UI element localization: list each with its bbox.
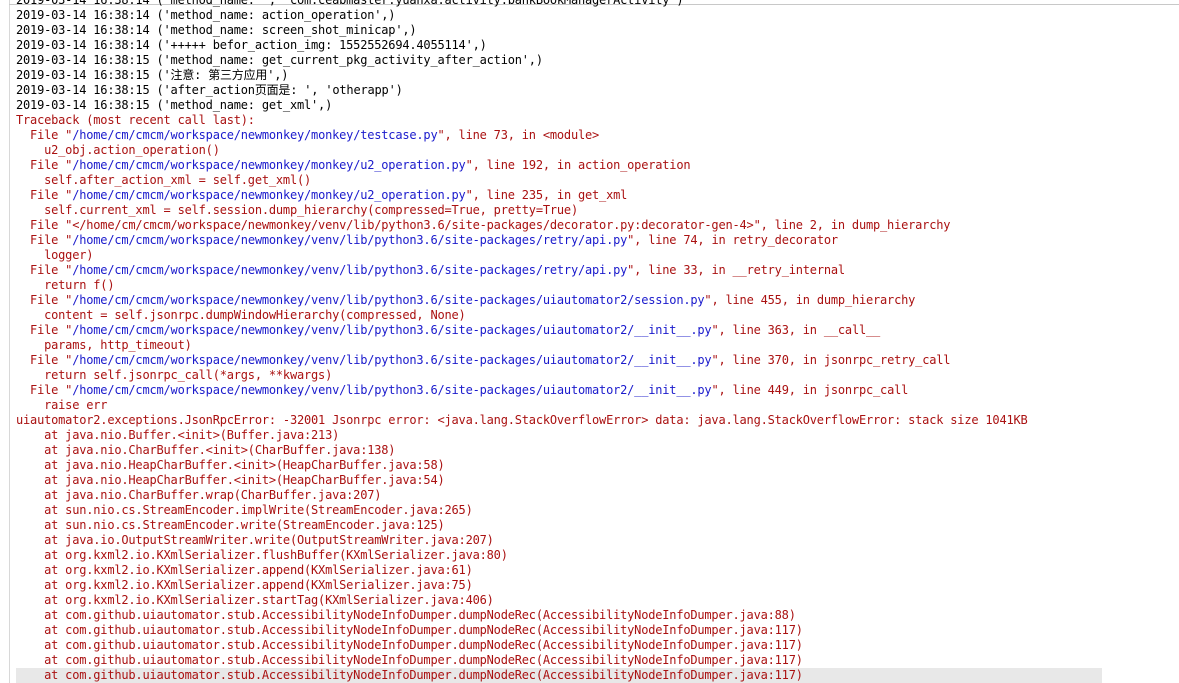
console-line-prefix: File ": [16, 158, 73, 172]
file-path-link[interactable]: /home/cm/cmcm/workspace/newmonkey/venv/l…: [72, 383, 711, 397]
console-line: at java.nio.HeapCharBuffer.<init>(HeapCh…: [16, 473, 445, 487]
console-line: 2019-03-14 16:38:14 ('method_name: actio…: [16, 8, 396, 22]
console-line: at sun.nio.cs.StreamEncoder.implWrite(St…: [16, 503, 473, 517]
console-line-suffix: ", line 73, in <module>: [437, 128, 600, 142]
console-line: at com.github.uiautomator.stub.Accessibi…: [16, 608, 796, 622]
console-line: content = self.jsonrpc.dumpWindowHierarc…: [16, 308, 466, 322]
console-line-suffix: ", line 455, in dump_hierarchy: [704, 293, 916, 307]
console-line-prefix: File ": [16, 233, 73, 247]
console-line: return self.jsonrpc_call(*args, **kwargs…: [16, 368, 333, 382]
console-line: self.current_xml = self.session.dump_hie…: [16, 203, 578, 217]
console-line: 2019-03-14 16:38:15 ('注意: 第三方应用',): [16, 68, 289, 82]
console-line: File "</home/cm/cmcm/workspace/newmonkey…: [16, 218, 951, 232]
console-line: File "/home/cm/cmcm/workspace/newmonkey/…: [16, 263, 1102, 278]
console-line-prefix: File ": [16, 323, 73, 337]
console-line: Traceback (most recent call last):: [16, 113, 255, 127]
console-line: self.after_action_xml = self.get_xml(): [16, 173, 312, 187]
console-line: at org.kxml2.io.KXmlSerializer.append(KX…: [16, 563, 473, 577]
console-line: at sun.nio.cs.StreamEncoder.write(Stream…: [16, 518, 445, 532]
console-line-prefix: File ": [16, 353, 73, 367]
console-line: at com.github.uiautomator.stub.Accessibi…: [16, 668, 1102, 683]
console-line-prefix: File ": [16, 188, 73, 202]
console-line: File "/home/cm/cmcm/workspace/newmonkey/…: [16, 293, 1102, 308]
console-line: File "/home/cm/cmcm/workspace/newmonkey/…: [16, 233, 1102, 248]
file-path-link[interactable]: /home/cm/cmcm/workspace/newmonkey/monkey…: [72, 128, 437, 142]
console-line: return f(): [16, 278, 115, 292]
console-line-suffix: ", line 192, in action_operation: [465, 158, 691, 172]
console-output-panel[interactable]: 2019-03-14 16:38:14 ('method_name: ', 'c…: [0, 0, 1179, 683]
console-line: at java.nio.CharBuffer.<init>(CharBuffer…: [16, 443, 396, 457]
console-line-prefix: File ": [16, 383, 73, 397]
file-path-link[interactable]: /home/cm/cmcm/workspace/newmonkey/venv/l…: [72, 293, 704, 307]
console-line: File "/home/cm/cmcm/workspace/newmonkey/…: [16, 188, 1102, 203]
console-line-suffix: ", line 363, in __call__: [711, 323, 881, 337]
file-path-link[interactable]: /home/cm/cmcm/workspace/newmonkey/monkey…: [72, 158, 466, 172]
console-line-suffix: ", line 33, in __retry_internal: [627, 263, 845, 277]
console-line-prefix: File ": [16, 263, 73, 277]
console-line: 2019-03-14 16:38:14 ('method_name: scree…: [16, 23, 417, 37]
console-line: File "/home/cm/cmcm/workspace/newmonkey/…: [16, 383, 1102, 398]
console-line-suffix: ", line 370, in jsonrpc_retry_call: [711, 353, 951, 367]
console-line: at org.kxml2.io.KXmlSerializer.append(KX…: [16, 578, 473, 592]
console-line: 2019-03-14 16:38:15 ('method_name: get_c…: [16, 53, 543, 67]
console-line: 2019-03-14 16:38:14 ('+++++ befor_action…: [16, 38, 487, 52]
console-line: raise err: [16, 398, 108, 412]
console-line-prefix: File ": [16, 128, 73, 142]
file-path-link[interactable]: /home/cm/cmcm/workspace/newmonkey/venv/l…: [72, 233, 627, 247]
file-path-link[interactable]: /home/cm/cmcm/workspace/newmonkey/monkey…: [72, 188, 466, 202]
gutter-divider: [9, 0, 10, 683]
console-line: File "/home/cm/cmcm/workspace/newmonkey/…: [16, 158, 1102, 173]
file-path-link[interactable]: /home/cm/cmcm/workspace/newmonkey/venv/l…: [72, 323, 711, 337]
console-line: at java.nio.HeapCharBuffer.<init>(HeapCh…: [16, 458, 445, 472]
console-line: 2019-03-14 16:38:14 ('method_name: ', 'c…: [16, 0, 684, 7]
console-line: at org.kxml2.io.KXmlSerializer.flushBuff…: [16, 548, 508, 562]
console-line: uiautomator2.exceptions.JsonRpcError: -3…: [16, 413, 1028, 427]
console-line: u2_obj.action_operation(): [16, 143, 220, 157]
console-line: at com.github.uiautomator.stub.Accessibi…: [16, 653, 803, 667]
console-line: params, http_timeout): [16, 338, 192, 352]
console-line: at java.nio.CharBuffer.wrap(CharBuffer.j…: [16, 488, 382, 502]
console-line-suffix: ", line 449, in jsonrpc_call: [711, 383, 909, 397]
console-line: File "/home/cm/cmcm/workspace/newmonkey/…: [16, 128, 1102, 143]
file-path-link[interactable]: /home/cm/cmcm/workspace/newmonkey/venv/l…: [72, 263, 627, 277]
console-line: at com.github.uiautomator.stub.Accessibi…: [16, 623, 803, 637]
console-line: at java.io.OutputStreamWriter.write(Outp…: [16, 533, 494, 547]
console-line: at org.kxml2.io.KXmlSerializer.startTag(…: [16, 593, 494, 607]
console-line-suffix: ", line 235, in get_xml: [465, 188, 628, 202]
console-line: File "/home/cm/cmcm/workspace/newmonkey/…: [16, 323, 1102, 338]
console-line: 2019-03-14 16:38:15 ('method_name: get_x…: [16, 98, 333, 112]
file-path-link[interactable]: /home/cm/cmcm/workspace/newmonkey/venv/l…: [72, 353, 711, 367]
console-line: at java.nio.Buffer.<init>(Buffer.java:21…: [16, 428, 340, 442]
console-lines: 2019-03-14 16:38:14 ('method_name: ', 'c…: [16, 0, 1102, 683]
console-line-suffix: ", line 74, in retry_decorator: [627, 233, 838, 247]
console-line: at com.github.uiautomator.stub.Accessibi…: [16, 638, 803, 652]
console-line: logger): [16, 248, 94, 262]
console-line-prefix: File ": [16, 293, 73, 307]
console-line: File "/home/cm/cmcm/workspace/newmonkey/…: [16, 353, 1102, 368]
console-line: 2019-03-14 16:38:15 ('after_action页面是: '…: [16, 83, 403, 97]
